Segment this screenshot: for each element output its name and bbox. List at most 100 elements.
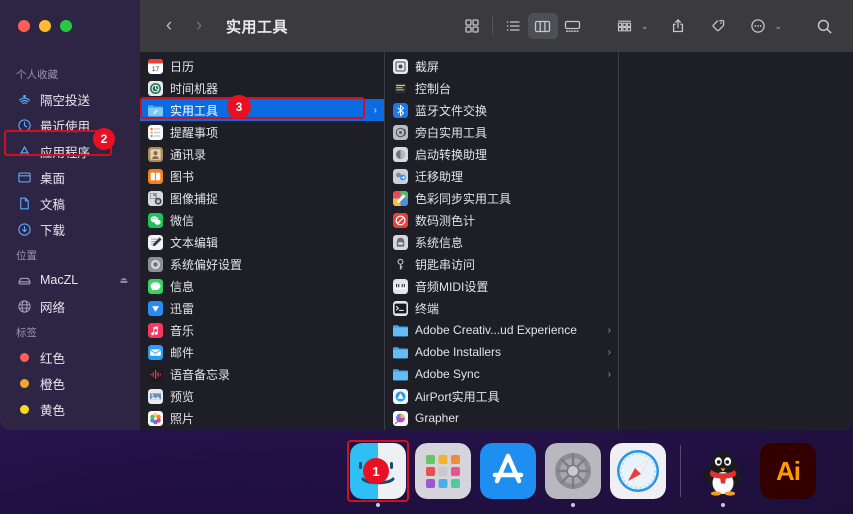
search-icon[interactable]	[809, 13, 839, 39]
group-by-icon[interactable]	[610, 13, 640, 39]
group-by-chevron-down-icon[interactable]: ⌄	[641, 21, 649, 32]
item-label: 蓝牙文件交换	[415, 103, 488, 118]
dock-item-safari[interactable]	[610, 443, 666, 499]
list-item[interactable]: 截屏	[385, 55, 618, 77]
list-item[interactable]: 图书	[140, 165, 384, 187]
sidebar-item-tag-red[interactable]: 红色	[0, 344, 140, 370]
item-label: 迁移助理	[415, 169, 464, 184]
dock-item-finder[interactable]: 1	[347, 440, 409, 507]
list-item[interactable]: 系统信息	[385, 231, 618, 253]
toolbar: ⌄ ⌄	[457, 13, 853, 39]
list-item[interactable]: Adobe Sync ›	[385, 363, 618, 385]
sidebar-item-recents[interactable]: 最近使用	[0, 112, 140, 138]
item-label: 数码测色计	[415, 213, 476, 228]
list-item[interactable]: 蓝牙文件交换	[385, 99, 618, 121]
column-view-icon[interactable]	[527, 13, 558, 39]
list-item[interactable]: 通讯录	[140, 143, 384, 165]
dock-item-qq[interactable]	[695, 443, 751, 507]
list-item[interactable]: 微信	[140, 209, 384, 231]
item-label: 信息	[170, 279, 195, 294]
sidebar-item-tag-orange[interactable]: 橙色	[0, 370, 140, 396]
list-item[interactable]: 语音备忘录	[140, 363, 384, 385]
colorsync-utility-icon	[393, 190, 408, 206]
sidebar-item-tag-yellow[interactable]: 黄色	[0, 396, 140, 422]
list-item[interactable]: Adobe Installers ›	[385, 341, 618, 363]
tag-dot-icon	[16, 349, 32, 365]
list-item[interactable]: 文本编辑	[140, 231, 384, 253]
sidebar-item-airdrop[interactable]: 隔空投送	[0, 86, 140, 112]
list-item[interactable]: 音乐	[140, 319, 384, 341]
sidebar-item-maczl[interactable]: MacZL ⏏	[0, 267, 140, 293]
sidebar[interactable]: 个人收藏 隔空投送 最近使用 应用程序 桌面 文稿 下载 位置 MacZL ⏏ …	[0, 52, 140, 430]
list-item[interactable]: 迁移助理	[385, 165, 618, 187]
dock-item-launchpad[interactable]	[415, 443, 471, 499]
share-icon[interactable]	[663, 13, 693, 39]
digital-color-meter-icon	[393, 212, 408, 228]
list-item[interactable]: 控制台	[385, 77, 618, 99]
forward-button[interactable]: ›	[184, 11, 214, 41]
list-item[interactable]: 图像捕捉	[140, 187, 384, 209]
applications-column[interactable]: 17 日历 时间机器 实用工具 › 提醒事项 通讯录 图书 图像捕捉 微信 文本…	[140, 52, 385, 430]
back-button[interactable]: ‹	[154, 11, 184, 41]
list-item[interactable]: Adobe Creativ...ud Experience ›	[385, 319, 618, 341]
utilities-column[interactable]: 截屏 控制台 蓝牙文件交换 旁白实用工具 启动转换助理 迁移助理 色彩同步实用工…	[385, 52, 619, 430]
window-titlebar: ‹ › 实用工具 ⌄ ⌄	[0, 0, 853, 52]
preview-column[interactable]	[619, 52, 853, 430]
dock-item-illustrator[interactable]: Ai	[760, 443, 816, 499]
eject-icon[interactable]: ⏏	[119, 275, 128, 286]
page-title: 实用工具	[226, 18, 289, 36]
icon-view-icon[interactable]	[457, 13, 487, 39]
list-item[interactable]: 时间机器	[140, 77, 384, 99]
sidebar-item-downloads[interactable]: 下载	[0, 216, 140, 242]
list-item[interactable]: 邮件	[140, 341, 384, 363]
sidebar-item-label: 下载	[40, 223, 66, 238]
dock[interactable]: 1 Ai	[341, 436, 853, 507]
list-item[interactable]: Grapher	[385, 407, 618, 429]
dock-item-app-store[interactable]	[480, 443, 536, 499]
thunder-icon	[148, 300, 163, 316]
list-item[interactable]: 提醒事项	[140, 121, 384, 143]
item-label: 启动转换助理	[415, 147, 488, 162]
gallery-view-icon[interactable]	[558, 13, 588, 39]
list-item[interactable]: 启动转换助理	[385, 143, 618, 165]
folder-icon	[393, 345, 408, 360]
contacts-icon	[148, 146, 163, 162]
more-actions-icon[interactable]	[743, 13, 773, 39]
sidebar-item-label: 桌面	[40, 171, 66, 186]
textedit-icon	[148, 234, 163, 250]
list-item[interactable]: 音频MIDI设置	[385, 275, 618, 297]
close-button[interactable]	[18, 20, 30, 32]
safari-icon	[610, 443, 666, 499]
list-item[interactable]: 色彩同步实用工具	[385, 187, 618, 209]
list-item[interactable]: AirPort实用工具	[385, 385, 618, 407]
dock-item-system-preferences[interactable]	[545, 443, 601, 507]
item-label: 截屏	[415, 59, 440, 74]
mail-icon	[148, 344, 163, 360]
list-view-icon[interactable]	[498, 13, 528, 39]
list-item[interactable]: 旁白实用工具	[385, 121, 618, 143]
music-icon	[148, 322, 163, 338]
list-item[interactable]: 17 日历	[140, 55, 384, 77]
list-item[interactable]: 钥匙串访问	[385, 253, 618, 275]
sidebar-item-network[interactable]: 网络	[0, 293, 140, 319]
sidebar-item-applications[interactable]: 应用程序	[0, 138, 140, 164]
minimize-button[interactable]	[39, 20, 51, 32]
tag-icon[interactable]	[703, 13, 733, 39]
more-actions-chevron-down-icon[interactable]: ⌄	[774, 21, 782, 32]
list-item-utilities[interactable]: 实用工具 ›	[140, 99, 384, 121]
disclosure-chevron-right-icon: ›	[607, 368, 611, 380]
list-item[interactable]: 迅雷	[140, 297, 384, 319]
sidebar-item-desktop[interactable]: 桌面	[0, 164, 140, 190]
zoom-button[interactable]	[60, 20, 72, 32]
list-item[interactable]: 数码测色计	[385, 209, 618, 231]
list-item[interactable]: 信息	[140, 275, 384, 297]
downloads-icon	[16, 221, 32, 237]
list-item[interactable]: 系统偏好设置	[140, 253, 384, 275]
sidebar-item-documents[interactable]: 文稿	[0, 190, 140, 216]
list-item[interactable]: 预览	[140, 385, 384, 407]
list-item[interactable]: 终端	[385, 297, 618, 319]
dock-running-indicator	[721, 503, 725, 507]
annotation-badge-3: 3	[227, 95, 251, 119]
folder-utilities-icon	[148, 103, 163, 118]
list-item[interactable]: 照片	[140, 407, 384, 429]
